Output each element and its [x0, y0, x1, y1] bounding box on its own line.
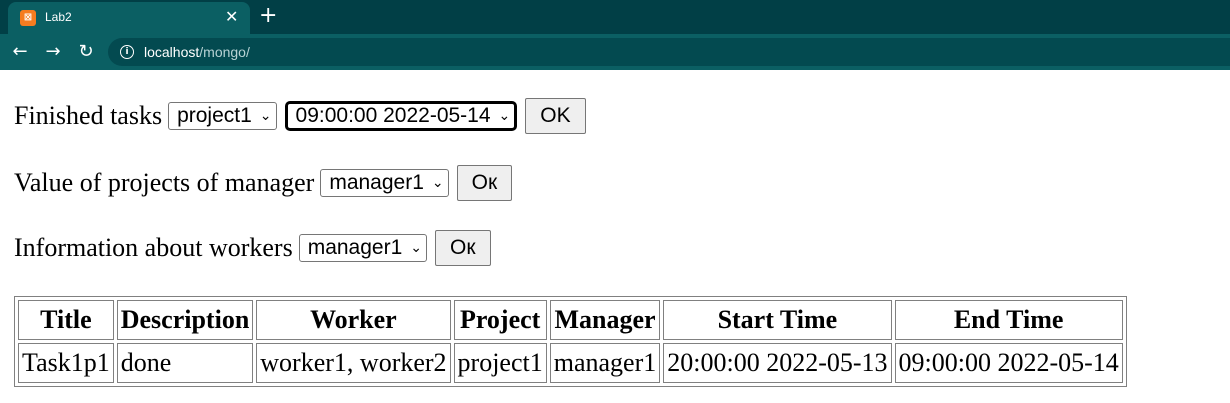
table-cell: project1: [453, 343, 547, 383]
project-select-value: project1: [177, 104, 252, 127]
tasks-table: Title Description Worker Project Manager…: [14, 296, 1127, 387]
project-select[interactable]: project1 ⌄: [168, 102, 277, 130]
table-header-cell: Description: [116, 300, 254, 340]
xampp-favicon-icon: ⊠: [20, 10, 36, 26]
value-of-projects-form: Value of projects of manager manager1 ⌄ …: [14, 165, 513, 201]
new-tab-plus-icon[interactable]: +: [259, 4, 277, 28]
table-cell: manager1: [549, 343, 661, 383]
finished-tasks-label: Finished tasks: [14, 101, 163, 130]
url-text[interactable]: localhost/mongo/: [144, 44, 250, 60]
finished-tasks-form: Finished tasks project1 ⌄ 09:00:00 2022-…: [14, 98, 586, 134]
table-row: Task1p1 done worker1, worker2 project1 m…: [18, 343, 1123, 383]
table-header-cell: Title: [18, 300, 114, 340]
forward-arrow-icon[interactable]: →: [43, 42, 63, 62]
chevron-down-icon: ⌄: [410, 240, 422, 256]
page-content: Finished tasks project1 ⌄ 09:00:00 2022-…: [0, 70, 1230, 403]
table-header-cell: End Time: [894, 300, 1123, 340]
chevron-down-icon: ⌄: [259, 108, 272, 124]
table-cell: 20:00:00 2022-05-13: [663, 343, 892, 383]
tab-title: Lab2: [45, 10, 72, 24]
information-workers-label: Information about workers: [14, 233, 293, 262]
time-select[interactable]: 09:00:00 2022-05-14 ⌄: [284, 101, 518, 131]
url-path: /mongo/: [199, 44, 250, 60]
table-header-cell: Manager: [549, 300, 661, 340]
url-host: localhost: [144, 44, 200, 60]
table-cell: Task1p1: [18, 343, 114, 383]
table-header-cell: Worker: [256, 300, 451, 340]
table-cell: 09:00:00 2022-05-14: [894, 343, 1123, 383]
table-header-cell: Start Time: [663, 300, 892, 340]
browser-tab-bar: ⊠ Lab2 ✕ +: [0, 0, 1230, 34]
table-cell: done: [116, 343, 254, 383]
table-cell: worker1, worker2: [256, 343, 451, 383]
reload-icon[interactable]: ↻: [76, 42, 96, 62]
browser-tab[interactable]: ⊠ Lab2 ✕: [8, 2, 250, 34]
information-workers-form: Information about workers manager1 ⌄ Ок: [14, 230, 491, 266]
value-of-projects-ok-button[interactable]: Ок: [456, 165, 513, 201]
manager-select-value: manager1: [329, 171, 424, 194]
table-header-row: Title Description Worker Project Manager…: [18, 300, 1123, 340]
chevron-down-icon: ⌄: [498, 108, 511, 124]
finished-tasks-ok-button[interactable]: OK: [525, 98, 586, 134]
info-icon[interactable]: i: [120, 45, 134, 59]
manager-select[interactable]: manager1 ⌄: [320, 169, 449, 197]
workers-manager-select[interactable]: manager1 ⌄: [298, 234, 427, 262]
value-of-projects-label: Value of projects of manager: [14, 168, 315, 197]
workers-manager-select-value: manager1: [307, 236, 403, 259]
browser-toolbar: ← → ↻ i localhost/mongo/: [0, 34, 1230, 70]
time-select-value: 09:00:00 2022-05-14: [295, 104, 491, 127]
information-workers-ok-button[interactable]: Ок: [435, 230, 491, 266]
close-icon[interactable]: ✕: [225, 8, 238, 26]
address-bar[interactable]: i localhost/mongo/: [108, 38, 1230, 66]
back-arrow-icon[interactable]: ←: [10, 42, 30, 62]
chevron-down-icon: ⌄: [431, 175, 444, 191]
table-header-cell: Project: [453, 300, 547, 340]
